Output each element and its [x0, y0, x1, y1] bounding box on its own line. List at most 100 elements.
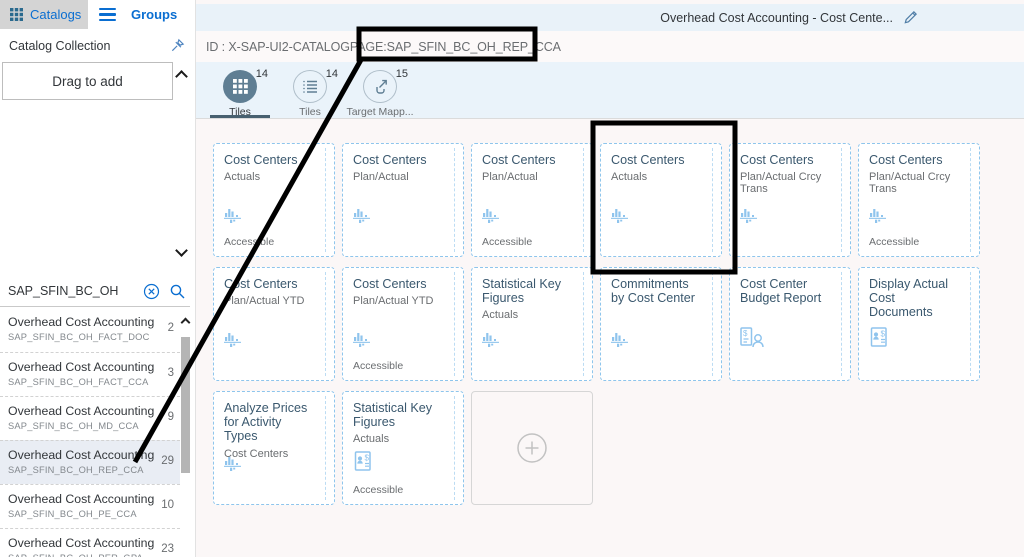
scrollbar-thumb[interactable]	[181, 337, 190, 473]
search-input[interactable]	[8, 281, 134, 301]
bar-chart-icon	[869, 209, 886, 223]
groups-tab[interactable]: Groups	[131, 0, 177, 29]
catalog-item-id: SAP_SFIN_BC_OH_FACT_DOC	[8, 332, 150, 342]
catalog-list-item[interactable]: Overhead Cost Accounting -... SAP_SFIN_BC…	[0, 484, 180, 528]
accessible-label: Accessible	[353, 360, 404, 372]
catalog-tile[interactable]: Cost Centers Plan/Actual YTD Accessible	[342, 267, 464, 381]
bar-chart-icon	[611, 209, 628, 223]
catalog-tile[interactable]: Cost Centers Actuals Accessible	[213, 143, 335, 257]
bar-chart-icon	[224, 457, 241, 471]
tile-subtitle: Plan/Actual Crcy Trans	[740, 171, 822, 196]
tile-subtitle: Actuals	[353, 433, 390, 446]
list-icon	[303, 80, 317, 93]
tab-tiles-list[interactable]: 14 Tiles	[280, 62, 340, 118]
bar-chart-icon	[224, 333, 241, 347]
clear-search-icon[interactable]	[143, 283, 160, 300]
catalog-id: ID : X-SAP-UI2-CATALOGPAGE:SAP_SFIN_BC_O…	[196, 31, 1024, 62]
catalog-tile[interactable]: Commitments by Cost Center	[600, 267, 722, 381]
tab-count-badge: 15	[395, 68, 408, 80]
catalog-tile[interactable]: Analyze Prices for Activity Types Cost Ce…	[213, 391, 335, 505]
tile-subtitle: Actuals	[224, 171, 261, 184]
catalogs-tab-label: Catalogs	[30, 7, 82, 22]
scroll-up-icon[interactable]	[180, 317, 191, 328]
budget-report-icon: $	[740, 327, 764, 348]
bar-chart-icon	[224, 209, 241, 223]
tab-label: Tiles	[229, 106, 251, 118]
catalog-list-item[interactable]: Overhead Cost Accounting -... SAP_SFIN_BC…	[0, 528, 180, 557]
cost-document-icon: $	[870, 327, 887, 347]
tile-subtitle: Actuals	[482, 309, 519, 322]
bar-chart-icon	[482, 209, 499, 223]
catalog-tile[interactable]: Cost Centers Actuals	[600, 143, 722, 257]
catalog-tile[interactable]: Cost Centers Plan/Actual Accessible	[471, 143, 593, 257]
tab-tiles-grid[interactable]: 14 Tiles	[210, 62, 270, 118]
catalog-tile[interactable]: Cost Centers Plan/Actual Crcy Trans	[729, 143, 851, 257]
svg-text:$: $	[881, 330, 886, 339]
tab-target-mappings[interactable]: 15 Target Mapp...	[346, 62, 413, 118]
tile-subtitle: Plan/Actual	[353, 171, 409, 184]
catalog-list-item[interactable]: Overhead Cost Accounting -... SAP_SFIN_BC…	[0, 308, 180, 352]
catalogs-tab[interactable]: Catalogs	[0, 0, 88, 29]
tile-subtitle: Plan/Actual	[482, 171, 538, 184]
accessible-label: Accessible	[869, 236, 920, 248]
add-tile-button[interactable]	[471, 391, 593, 505]
tile-title: Cost Centers	[353, 153, 427, 167]
catalog-tile[interactable]: Cost Center Budget Report $	[729, 267, 851, 381]
drag-to-add-dropzone[interactable]: Drag to add	[2, 62, 173, 100]
catalog-item-title: Overhead Cost Accounting -...	[8, 492, 154, 506]
svg-text:$: $	[365, 454, 370, 463]
catalogs-sidebar: Catalogs Groups Catalog Collection Drag …	[0, 0, 196, 557]
icon-tab-bar: 14 Tiles 14 Tiles 15 Target Mapp...	[196, 62, 1024, 119]
cost-document-icon: $	[354, 451, 371, 471]
catalog-item-title: Overhead Cost Accounting -...	[8, 536, 154, 550]
catalog-results-list: Overhead Cost Accounting -... SAP_SFIN_BC…	[0, 308, 180, 557]
catalog-item-id: SAP_SFIN_BC_OH_PE_CCA	[8, 509, 137, 519]
catalog-item-count: 29	[161, 455, 174, 467]
tile-title: Analyze Prices for Activity Types	[224, 401, 308, 444]
catalog-tile[interactable]: Cost Centers Plan/Actual	[342, 143, 464, 257]
catalog-search	[0, 276, 190, 307]
catalog-item-count: 2	[167, 322, 174, 334]
tab-count-badge: 14	[325, 68, 338, 80]
page-title: Overhead Cost Accounting - Cost Cente...	[660, 10, 893, 25]
catalog-item-title: Overhead Cost Accounting -...	[8, 315, 154, 329]
tile-title: Display Actual Cost Documents	[869, 277, 949, 320]
catalog-item-id: SAP_SFIN_BC_OH_REP_CCA	[8, 465, 144, 475]
bar-chart-icon	[482, 333, 499, 347]
catalog-tile[interactable]: Cost Centers Plan/Actual Crcy Trans Access…	[858, 143, 980, 257]
catalog-tile[interactable]: Cost Centers Plan/Actual YTD	[213, 267, 335, 381]
collapse-chevron-icon[interactable]	[175, 70, 188, 83]
catalog-list-item[interactable]: Overhead Cost Accounting -... SAP_SFIN_BC…	[0, 396, 180, 440]
catalog-list-item[interactable]: Overhead Cost Accounting -... SAP_SFIN_BC…	[0, 440, 180, 484]
catalog-collection-label: Catalog Collection	[9, 38, 111, 53]
search-icon[interactable]	[169, 283, 186, 300]
target-mapping-icon	[375, 79, 387, 94]
accessible-label: Accessible	[353, 484, 404, 496]
pencil-icon	[904, 11, 917, 24]
tile-title: Cost Centers	[482, 153, 556, 167]
menu-icon[interactable]	[99, 0, 123, 29]
tab-label: Target Mapp...	[346, 106, 414, 118]
catalog-item-title: Overhead Cost Accounting -...	[8, 404, 154, 418]
catalog-tile[interactable]: Display Actual Cost Documents $	[858, 267, 980, 381]
catalog-item-id: SAP_SFIN_BC_OH_MD_CCA	[8, 421, 139, 431]
bar-chart-icon	[353, 209, 370, 223]
tile-title: Cost Centers	[353, 277, 427, 291]
catalog-tile[interactable]: Statistical Key Figures Actuals $ Accessibl…	[342, 391, 464, 505]
catalog-list-item[interactable]: Overhead Cost Accounting -... SAP_SFIN_BC…	[0, 352, 180, 396]
tile-subtitle: Plan/Actual YTD	[224, 295, 305, 308]
catalog-item-title: Overhead Cost Accounting -...	[8, 360, 154, 374]
pin-icon[interactable]	[170, 38, 185, 53]
expand-chevron-icon[interactable]	[175, 244, 188, 257]
tile-subtitle: Actuals	[611, 171, 648, 184]
catalog-item-id: SAP_SFIN_BC_OH_PER_GPA	[8, 553, 154, 557]
tile-title: Commitments by Cost Center	[611, 277, 695, 306]
catalog-item-id: SAP_SFIN_BC_OH_FACT_CCA	[8, 377, 149, 387]
svg-text:$: $	[743, 329, 748, 338]
grid-icon	[232, 79, 248, 94]
edit-title-button[interactable]	[903, 10, 918, 25]
tile-subtitle: Plan/Actual Crcy Trans	[869, 171, 951, 196]
tile-subtitle: Plan/Actual YTD	[353, 295, 434, 308]
catalog-tile[interactable]: Statistical Key Figures Actuals	[471, 267, 593, 381]
tab-count-badge: 14	[255, 68, 268, 80]
